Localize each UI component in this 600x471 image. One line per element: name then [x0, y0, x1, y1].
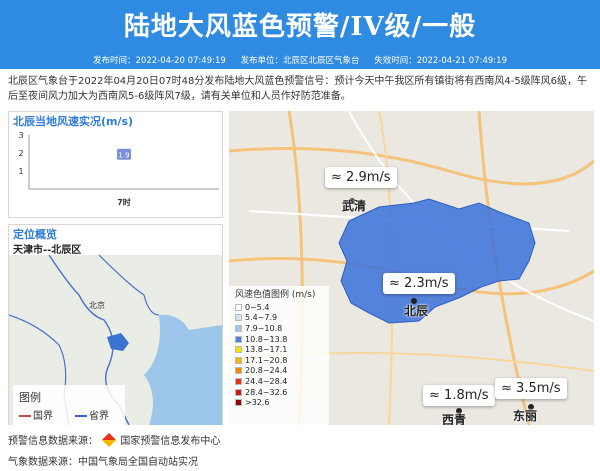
- x-tick-label: 7时: [117, 197, 131, 207]
- wind-speed-beichen: 2.3m/s: [404, 276, 449, 291]
- location-panel-title: 定位概览: [13, 228, 57, 241]
- publish-time: 发布时间：2022-04-20 07:49:19: [93, 56, 226, 66]
- warning-source: 预警信息数据来源： 国家预警信息发布中心: [8, 432, 220, 448]
- legend-row: 17.1~20.8: [229, 355, 329, 366]
- publisher: 发布单位：北辰区北辰区气象台: [240, 56, 360, 66]
- legend-label: >32.6: [245, 398, 270, 408]
- location-legend-title: 图例: [19, 390, 41, 404]
- legend-row: 7.9~10.8: [229, 323, 329, 334]
- weather-source: 气象数据来源：中国气象局全国自动站实况: [8, 457, 198, 468]
- legend-swatch: [235, 324, 242, 332]
- place-wuqing: 武清: [342, 199, 367, 213]
- y-tick-label: 2: [18, 149, 23, 158]
- warning-description: 北辰区气象台于2022年04月20日07时48分发布陆地大风蓝色预警信号：预计今…: [8, 76, 588, 102]
- legend-label: 7.9~10.8: [245, 323, 283, 333]
- legend-row: 28.4~32.6: [229, 387, 329, 398]
- legend-label: 17.1~20.8: [245, 355, 288, 365]
- legend-row: 10.8~13.8: [229, 334, 329, 345]
- wind-legend-title: 风速色值图例 (m/s): [235, 290, 316, 300]
- wind-speed-dongli: 3.5m/s: [516, 381, 561, 396]
- legend-label: 10.8~13.8: [245, 334, 288, 344]
- wind-legend: 风速色值图例 (m/s) 0~5.4 5.4~7.9 7.9~10.8 10.8~13…: [229, 286, 329, 425]
- legend-swatch: [235, 314, 242, 322]
- wind-speed-wuqing: 2.9m/s: [346, 170, 391, 185]
- legend-label: 0~5.4: [245, 302, 270, 312]
- wind-value-label: 1.9: [118, 151, 129, 159]
- warning-source-label: 预警信息数据来源：: [8, 436, 98, 447]
- y-tick-label: 1: [18, 167, 23, 176]
- legend-row: 13.8~17.1: [229, 344, 329, 355]
- station-wind-dongli[interactable]: ≈ 3.5m/s: [495, 378, 567, 399]
- station-wind-xiqing[interactable]: ≈ 1.8m/s: [423, 385, 495, 406]
- legend-label: 13.8~17.1: [245, 345, 288, 355]
- legend-swatch: [235, 377, 242, 385]
- wind-icon: ≈: [429, 388, 440, 403]
- legend-label: 24.4~28.4: [245, 376, 288, 386]
- station-wind-beichen[interactable]: ≈ 2.3m/s: [383, 273, 455, 294]
- legend-swatch: [235, 399, 242, 407]
- location-place: 天津市--北辰区: [13, 245, 82, 256]
- place-xiqing: 西青: [442, 413, 467, 425]
- city-label: 北京: [89, 300, 105, 310]
- location-panel: 定位概览 天津市--北辰区 北京 图例 国界 省界: [8, 224, 223, 425]
- national-border-label: 国界: [33, 410, 53, 422]
- wind-speed-xiqing: 1.8m/s: [444, 388, 489, 403]
- wind-speed-panel: 北辰当地风速实况(m/s) 123 1.9 7时: [8, 111, 223, 218]
- location-map: 北京 图例 国界 省界: [9, 255, 222, 425]
- legend-swatch: [235, 356, 242, 364]
- warning-title: 陆地大风蓝色预警/IV级/一般: [123, 12, 477, 42]
- legend-label: 5.4~7.9: [245, 313, 278, 323]
- legend-swatch: [235, 367, 242, 375]
- warning-center-link[interactable]: 国家预警信息发布中心: [120, 436, 220, 447]
- wind-speed-chart: 1 2 3 1.9 7时: [18, 131, 219, 207]
- warning-header: 陆地大风蓝色预警/IV级/一般 发布时间：2022-04-20 07:49:19…: [0, 0, 600, 69]
- place-dongli: 东丽: [513, 409, 538, 423]
- legend-row: 5.4~7.9: [229, 313, 329, 324]
- warning-meta: 发布时间：2022-04-20 07:49:19 发布单位：北辰区北辰区气象台 …: [0, 54, 600, 66]
- wind-icon: ≈: [389, 276, 400, 291]
- legend-swatch: [235, 388, 242, 396]
- legend-label: 20.8~24.4: [245, 366, 288, 376]
- legend-swatch: [235, 335, 242, 343]
- legend-swatch: [235, 346, 242, 354]
- y-tick-label: 3: [18, 131, 23, 140]
- province-border-label: 省界: [89, 409, 109, 422]
- legend-row: 24.4~28.4: [229, 376, 329, 387]
- legend-row: 0~5.4: [229, 302, 329, 313]
- legend-row: 20.8~24.4: [229, 366, 329, 377]
- legend-label: 28.4~32.6: [245, 387, 288, 397]
- legend-row: >32.6: [229, 397, 329, 408]
- wind-icon: ≈: [331, 170, 342, 185]
- place-beichen: 北辰: [404, 304, 429, 318]
- legend-swatch: [235, 303, 242, 311]
- wind-icon: ≈: [501, 381, 512, 396]
- warning-center-icon: [102, 432, 117, 448]
- location-legend: 图例 国界 省界: [13, 385, 125, 425]
- expire-time: 失效时间：2022-04-21 07:49:19: [374, 56, 507, 66]
- station-wind-wuqing[interactable]: ≈ 2.9m/s: [325, 167, 397, 188]
